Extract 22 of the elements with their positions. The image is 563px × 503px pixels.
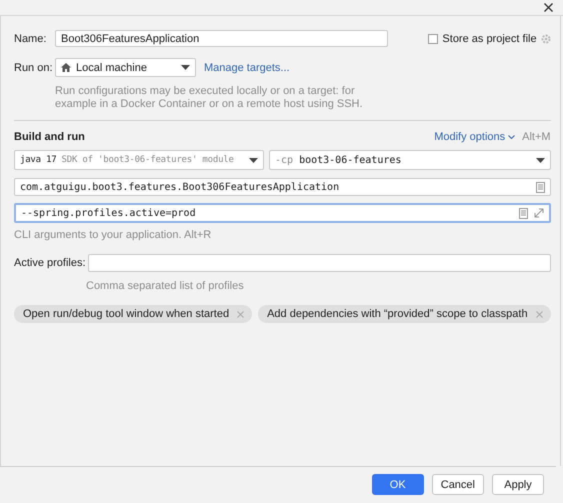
field-hint: Comma separated list of profiles bbox=[86, 280, 245, 292]
classpath-dropdown[interactable]: -cp boot3-06-features bbox=[269, 150, 551, 170]
program-arguments-field[interactable]: --spring.profiles.active=prod bbox=[14, 203, 551, 223]
dialog-button[interactable]: Apply bbox=[492, 474, 544, 495]
help-text: Run configurations may be executed locally or on a target: for example in a Docker Container or on a remote host using SSH. bbox=[55, 85, 364, 111]
field-hint: CLI arguments to your application. Alt+R bbox=[14, 229, 212, 241]
run-on-label: Run on: bbox=[14, 62, 54, 74]
modify-options-link[interactable]: Modify options bbox=[434, 131, 516, 143]
option-tag[interactable]: Open run/debug tool window when started bbox=[14, 305, 252, 323]
checkbox-label: Store as project file bbox=[442, 32, 537, 44]
manage-targets-link[interactable]: Manage targets... bbox=[204, 62, 290, 74]
shortcut-hint: Alt+M bbox=[522, 131, 551, 143]
name-label: Name: bbox=[14, 32, 48, 44]
name-field[interactable]: Boot306FeaturesApplication bbox=[55, 30, 388, 47]
main-class-field[interactable]: com.atguigu.boot3.features.Boot306FeaturesApplication bbox=[14, 178, 551, 196]
option-tag[interactable]: Add dependencies with “provided” scope to classpath bbox=[258, 305, 551, 323]
active-profiles-label: Active profiles: bbox=[14, 257, 87, 269]
jdk-dropdown[interactable]: java 17 SDK of 'boot3-06-features' module bbox=[14, 150, 264, 170]
section-title: Build and run bbox=[14, 131, 85, 143]
target-dropdown[interactable]: Local machine bbox=[55, 58, 196, 77]
dialog-button[interactable]: Cancel bbox=[432, 474, 484, 495]
ok-button[interactable]: OK bbox=[372, 474, 424, 495]
